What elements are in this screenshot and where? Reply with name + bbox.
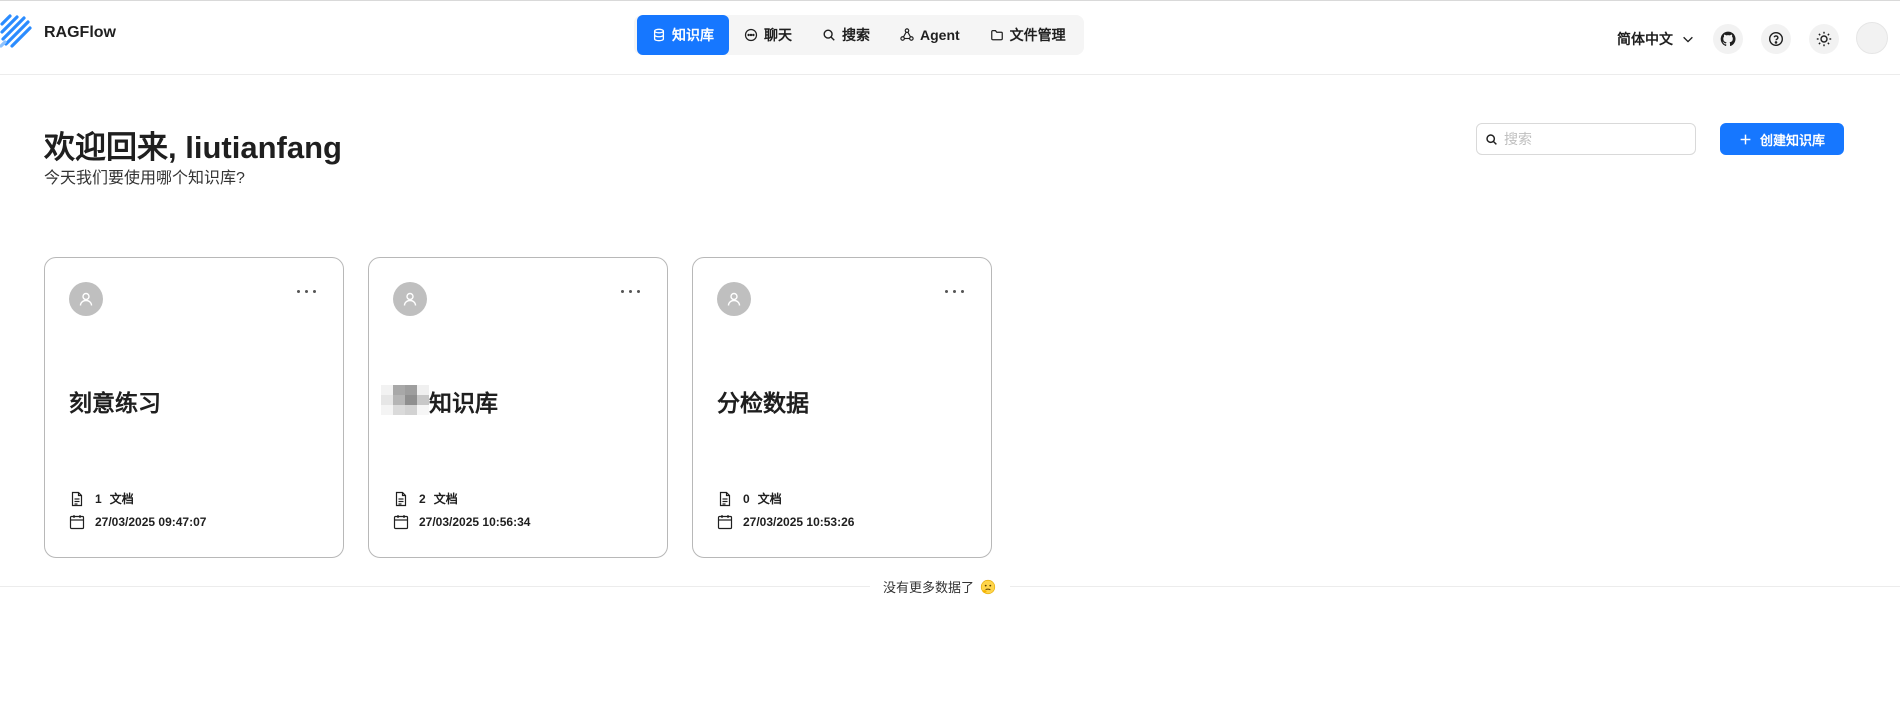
user-icon [79, 292, 93, 306]
card-title: 分检数据 [717, 390, 809, 416]
card-more-menu[interactable] [291, 284, 321, 298]
nav-label: 搜索 [842, 27, 870, 43]
card-title: 刻意练习 [69, 390, 161, 416]
app-title: RAGFlow [44, 24, 116, 41]
document-icon [719, 491, 731, 506]
document-icon [71, 491, 83, 506]
plus-icon [1740, 134, 1751, 144]
folder-icon [990, 30, 1003, 41]
knowledge-base-card[interactable]: 知识库 2 文档 27/03/2025 10:56:34 [368, 257, 668, 558]
card-avatar [717, 282, 751, 316]
ragflow-logo-icon [0, 14, 32, 48]
user-icon [403, 292, 417, 306]
doc-count-value: 0 [743, 492, 750, 506]
knowledge-base-card[interactable]: 分检数据 0 文档 27/03/2025 10:53:26 [692, 257, 992, 558]
top-header: RAGFlow 知识库 聊天 搜索 Agent 文件管理 简体中文 [0, 0, 1900, 75]
date-value: 27/03/2025 10:53:26 [743, 515, 855, 529]
card-doc-count: 1 文档 [69, 490, 134, 507]
card-date: 27/03/2025 10:53:26 [717, 514, 854, 530]
thinking-face-icon [980, 579, 996, 594]
no-more-text: 没有更多数据了 [883, 580, 975, 595]
doc-count-value: 2 [419, 492, 426, 506]
no-more-data: 没有更多数据了 [883, 577, 996, 596]
divider-right [1010, 586, 1900, 587]
theme-toggle-button[interactable] [1809, 24, 1839, 54]
nav-agent[interactable]: Agent [885, 15, 975, 55]
help-button[interactable] [1761, 24, 1791, 54]
card-more-menu[interactable] [615, 284, 645, 298]
user-icon [727, 292, 741, 306]
card-title-text: 知识库 [429, 390, 498, 416]
nav-label: 知识库 [672, 27, 714, 43]
main-nav: 知识库 聊天 搜索 Agent 文件管理 [634, 15, 1084, 55]
theme-sun-icon [1816, 31, 1832, 47]
github-icon [1720, 31, 1736, 47]
doc-count-value: 1 [95, 492, 102, 506]
redacted-mosaic [381, 384, 429, 415]
user-avatar[interactable] [1856, 22, 1888, 54]
page-subtitle: 今天我们要使用哪个知识库? [44, 170, 245, 187]
nav-search[interactable]: 搜索 [807, 15, 885, 55]
nav-knowledge-base[interactable]: 知识库 [637, 15, 729, 55]
card-title: 知识库 [381, 384, 498, 425]
divider-left [0, 586, 870, 587]
calendar-icon [717, 515, 733, 530]
create-knowledge-base-button[interactable]: 创建知识库 [1720, 123, 1844, 155]
language-selector[interactable]: 简体中文 [1617, 29, 1695, 49]
knowledge-base-card[interactable]: 刻意练习 1 文档 27/03/2025 09:47:07 [44, 257, 344, 558]
doc-count-label: 文档 [757, 492, 782, 506]
search-icon [823, 29, 835, 41]
language-label: 简体中文 [1617, 31, 1673, 47]
date-value: 27/03/2025 09:47:07 [95, 515, 207, 529]
card-avatar [393, 282, 427, 316]
chat-icon [744, 28, 758, 42]
card-date: 27/03/2025 10:56:34 [393, 514, 530, 530]
page-title: 欢迎回来, liutianfang [44, 130, 342, 165]
card-date: 27/03/2025 09:47:07 [69, 514, 206, 530]
nav-chat[interactable]: 聊天 [729, 15, 807, 55]
card-doc-count: 2 文档 [393, 490, 458, 507]
nav-label: Agent [920, 27, 960, 43]
search-field[interactable] [1476, 123, 1696, 155]
calendar-icon [393, 515, 409, 530]
github-button[interactable] [1713, 24, 1743, 54]
card-avatar [69, 282, 103, 316]
date-value: 27/03/2025 10:56:34 [419, 515, 531, 529]
chevron-down-icon [1683, 36, 1693, 43]
nav-file-management[interactable]: 文件管理 [975, 15, 1081, 55]
doc-count-label: 文档 [109, 492, 134, 506]
nav-label: 文件管理 [1009, 27, 1066, 43]
card-more-menu[interactable] [939, 284, 969, 298]
doc-count-label: 文档 [433, 492, 458, 506]
card-doc-count: 0 文档 [717, 490, 782, 507]
nav-label: 聊天 [764, 27, 792, 43]
search-input[interactable] [1504, 131, 1684, 147]
search-icon [1486, 133, 1497, 145]
agent-graph-icon [900, 28, 914, 41]
database-icon [653, 28, 665, 42]
calendar-icon [69, 515, 85, 530]
create-button-label: 创建知识库 [1759, 132, 1825, 148]
help-icon [1768, 31, 1784, 47]
document-icon [395, 491, 407, 506]
